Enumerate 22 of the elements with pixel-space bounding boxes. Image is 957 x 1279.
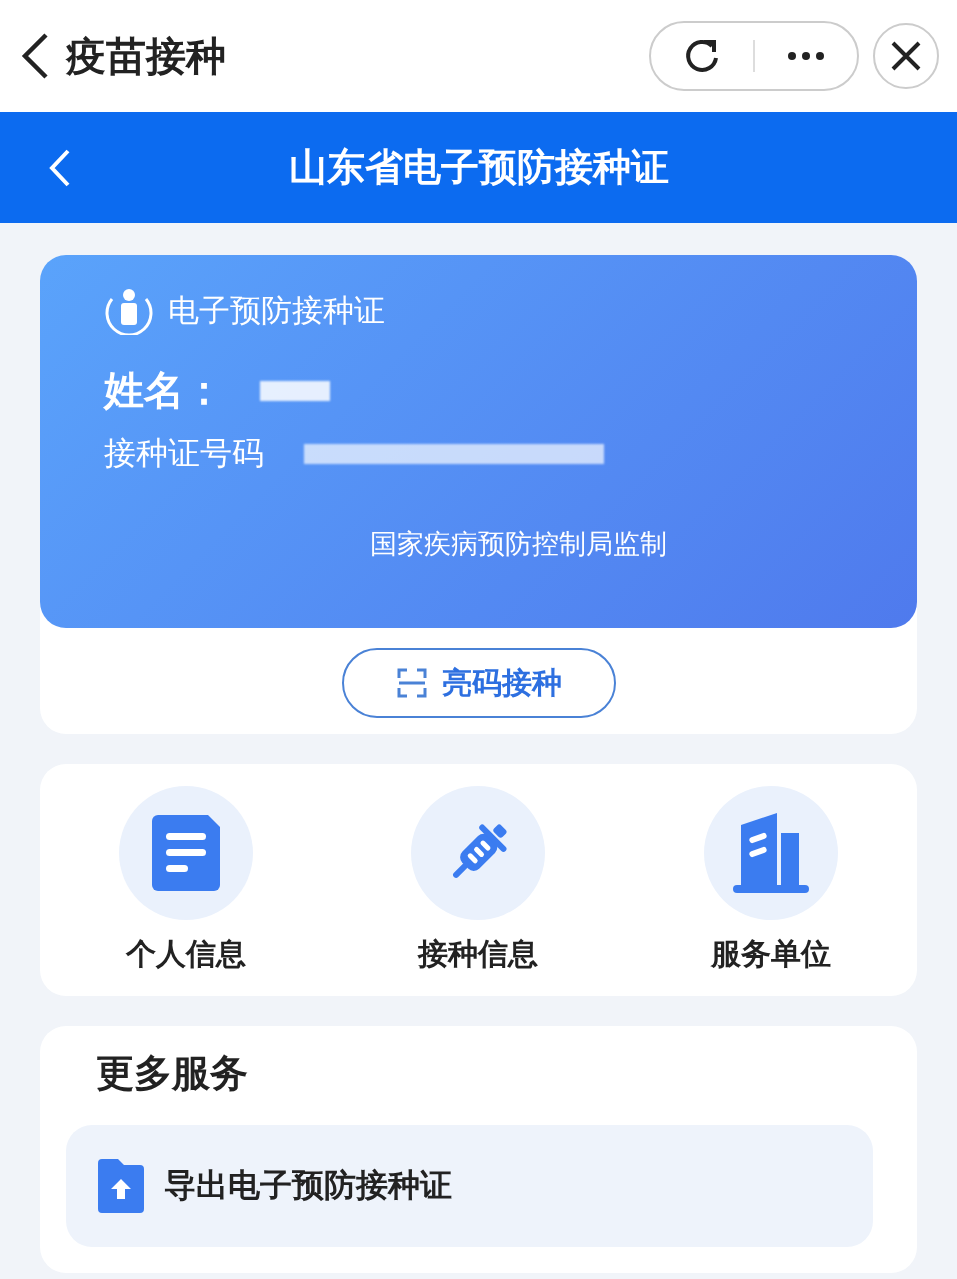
close-icon — [890, 40, 922, 72]
number-label: 接种证号码 — [104, 433, 264, 474]
folder-upload-icon — [98, 1159, 144, 1213]
service-item[interactable]: 个人信息 — [40, 764, 333, 996]
show-code-button[interactable]: 亮码接种 — [341, 648, 616, 718]
scan-icon — [395, 667, 428, 699]
section-title: 更多服务 — [96, 1050, 249, 1097]
redaction-mark — [260, 380, 330, 401]
back-icon — [48, 148, 72, 188]
window-title: 疫苗接种 — [66, 31, 227, 81]
name-label: 姓名： — [104, 366, 224, 415]
page-title: 山东省电子预防接种证 — [288, 144, 669, 191]
back-icon — [20, 32, 50, 80]
more-icon — [788, 52, 824, 60]
service-item[interactable]: 服务单位 — [624, 764, 917, 996]
person-emblem-icon — [104, 287, 154, 335]
card-title: 电子预防接种证 — [168, 291, 385, 330]
document-icon — [152, 814, 221, 891]
supervisor-note: 国家疾病预防控制局监制 — [370, 527, 667, 561]
export-item[interactable]: 导出电子预防接种证 — [66, 1125, 873, 1247]
building-icon — [732, 812, 809, 893]
service-item[interactable]: 接种信息 — [332, 764, 625, 996]
